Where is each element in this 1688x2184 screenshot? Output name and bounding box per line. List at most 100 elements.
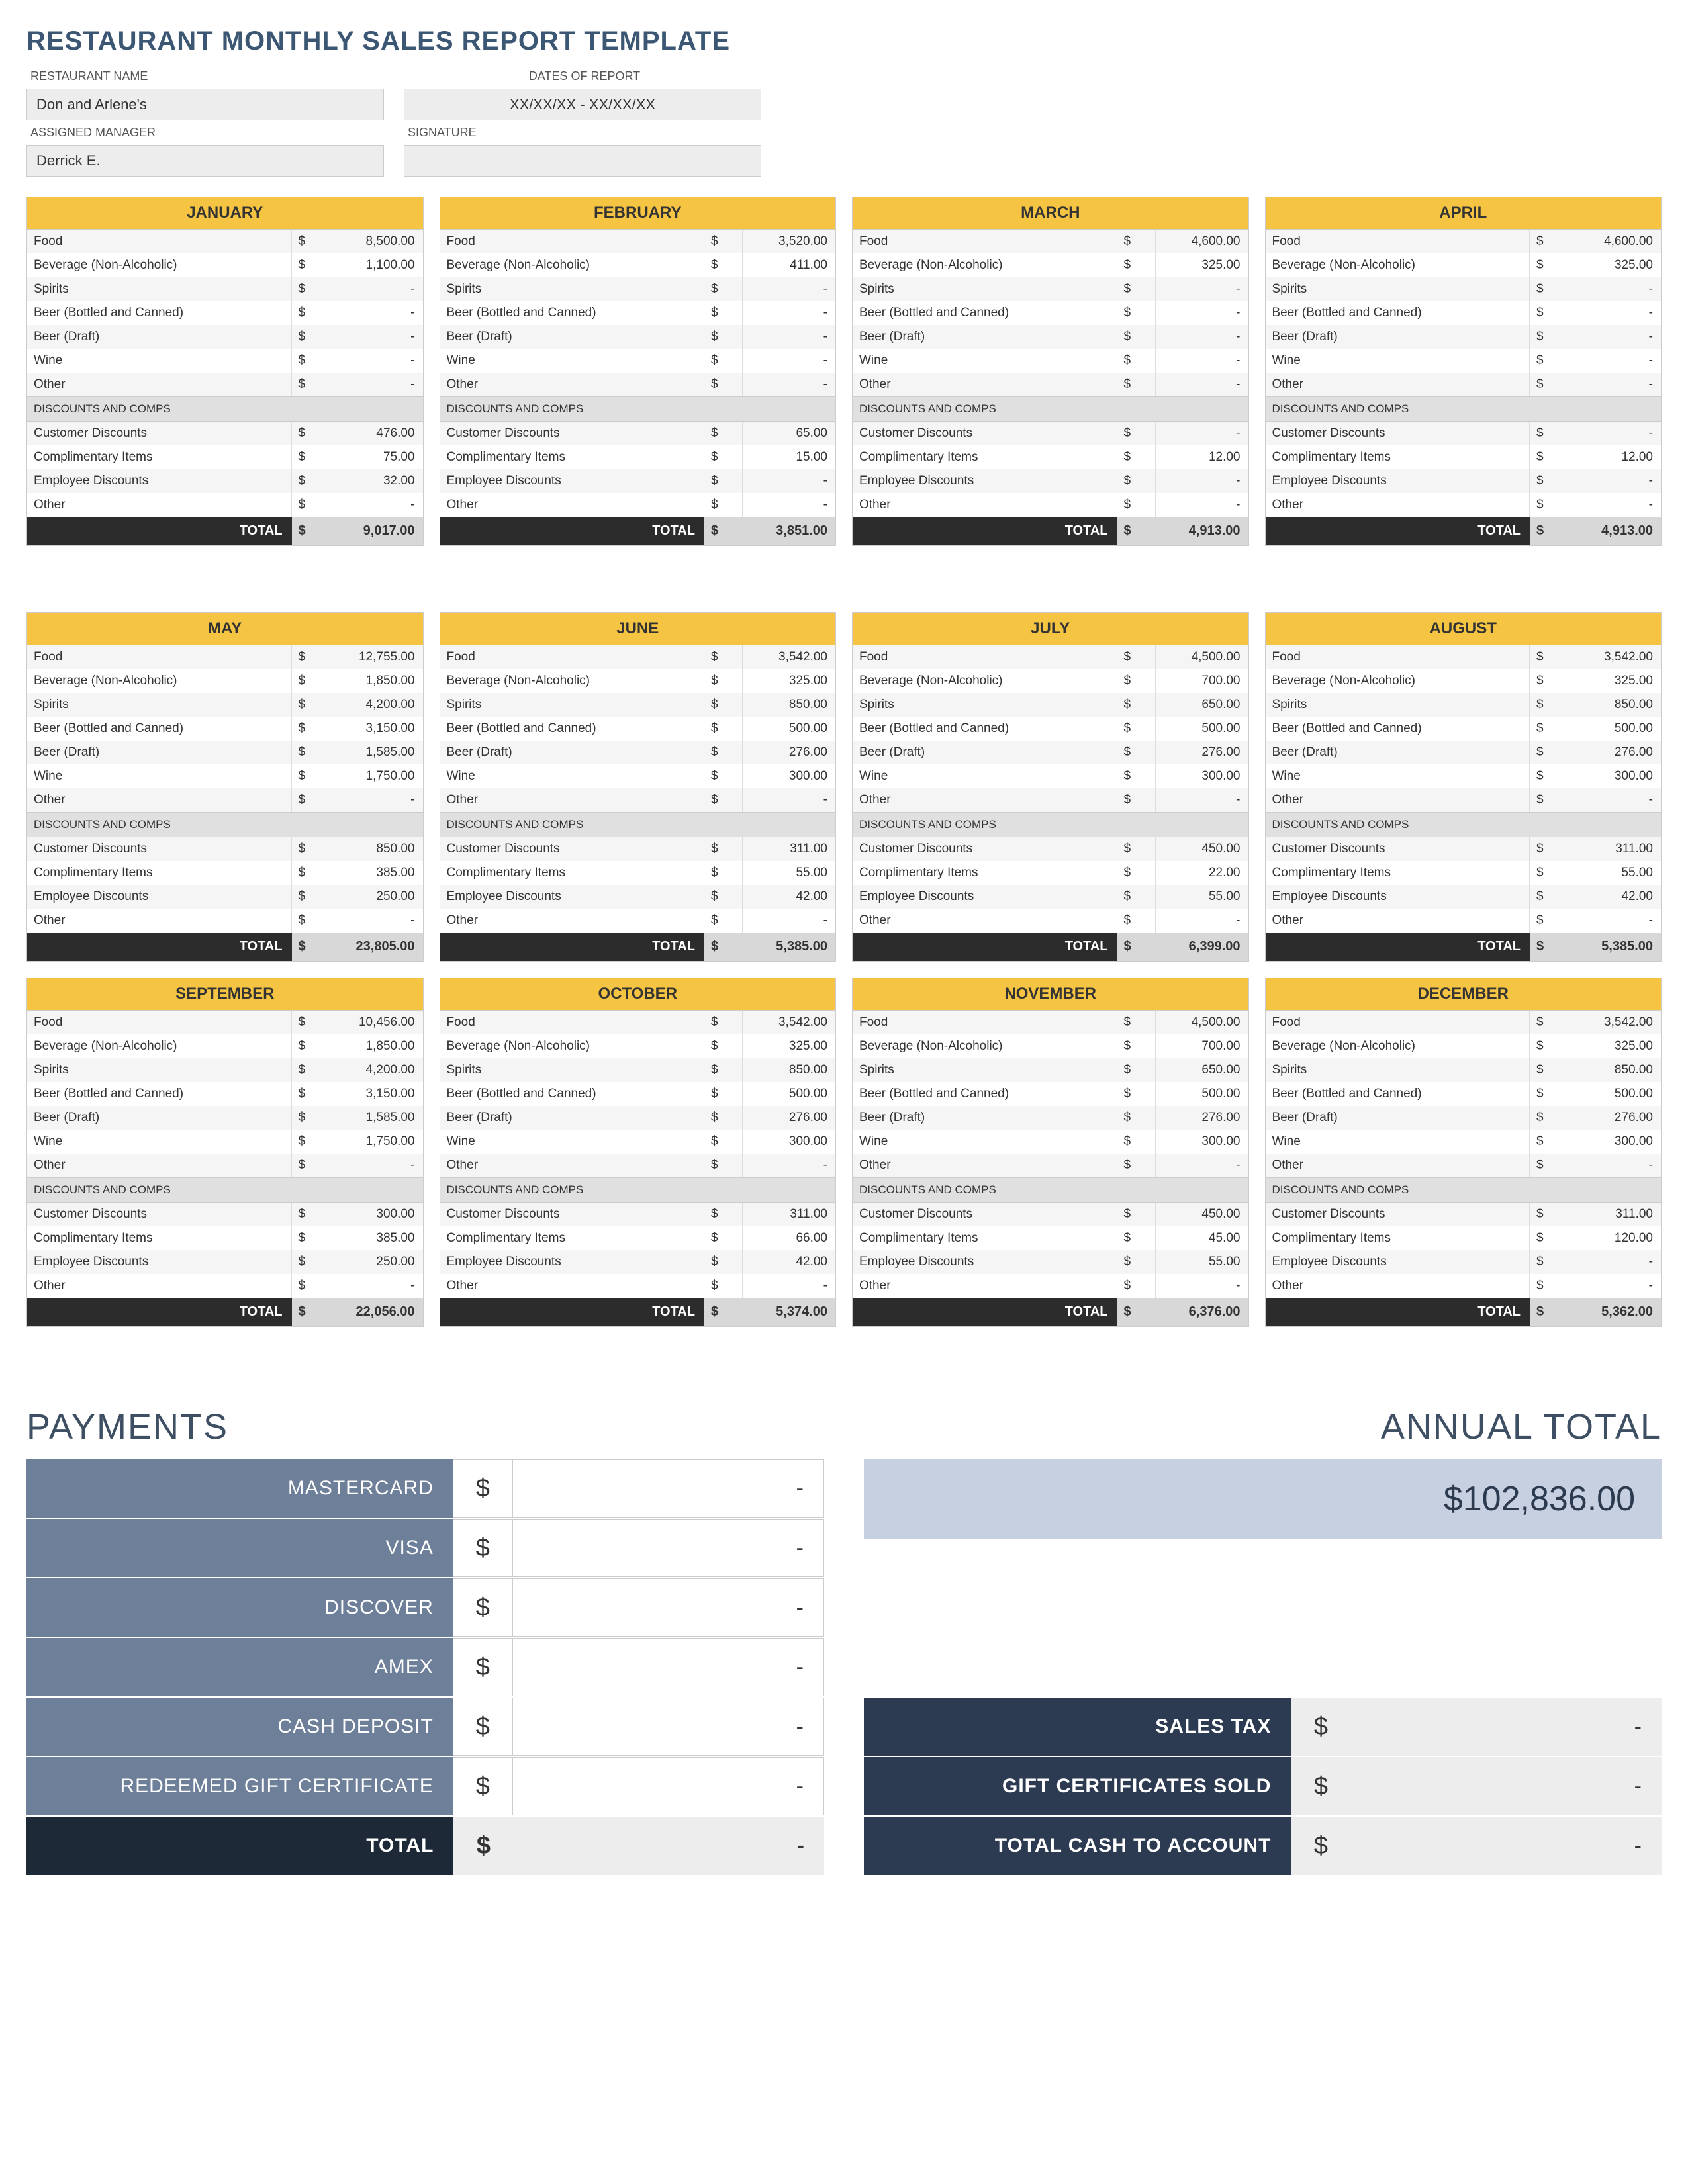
- value-cell[interactable]: 850.00: [330, 837, 423, 861]
- value-cell[interactable]: 300.00: [1568, 764, 1661, 788]
- value-cell[interactable]: 500.00: [1156, 717, 1248, 741]
- value-cell[interactable]: 325.00: [1568, 1034, 1661, 1058]
- value-cell[interactable]: 500.00: [1568, 717, 1661, 741]
- payment-value[interactable]: -: [513, 1757, 824, 1815]
- value-cell[interactable]: 1,100.00: [330, 253, 423, 277]
- value-cell[interactable]: -: [1156, 1154, 1248, 1177]
- value-cell[interactable]: -: [1568, 1274, 1661, 1298]
- value-cell[interactable]: 250.00: [330, 1250, 423, 1274]
- value-cell[interactable]: 55.00: [1156, 1250, 1248, 1274]
- value-cell[interactable]: 850.00: [743, 1058, 835, 1082]
- value-cell[interactable]: -: [1156, 493, 1248, 517]
- value-cell[interactable]: 500.00: [1568, 1082, 1661, 1106]
- value-cell[interactable]: 4,500.00: [1156, 1011, 1248, 1034]
- value-cell[interactable]: 300.00: [1156, 764, 1248, 788]
- value-cell[interactable]: 385.00: [330, 1226, 423, 1250]
- value-cell[interactable]: 276.00: [1156, 1106, 1248, 1130]
- value-cell[interactable]: -: [330, 788, 423, 812]
- value-cell[interactable]: 500.00: [1156, 1082, 1248, 1106]
- value-cell[interactable]: -: [1568, 373, 1661, 396]
- value-cell[interactable]: -: [1568, 1250, 1661, 1274]
- value-cell[interactable]: 1,585.00: [330, 741, 423, 764]
- value-cell[interactable]: 3,542.00: [743, 645, 835, 669]
- value-cell[interactable]: -: [743, 277, 835, 301]
- value-cell[interactable]: 12.00: [1568, 445, 1661, 469]
- value-cell[interactable]: 32.00: [330, 469, 423, 493]
- value-cell[interactable]: 300.00: [1156, 1130, 1248, 1154]
- value-cell[interactable]: 311.00: [743, 837, 835, 861]
- value-cell[interactable]: 1,850.00: [330, 669, 423, 693]
- value-cell[interactable]: -: [1156, 349, 1248, 373]
- value-cell[interactable]: -: [1568, 788, 1661, 812]
- summary-value[interactable]: -: [1350, 1817, 1662, 1875]
- value-cell[interactable]: -: [1156, 277, 1248, 301]
- value-cell[interactable]: 450.00: [1156, 837, 1248, 861]
- value-cell[interactable]: 4,500.00: [1156, 645, 1248, 669]
- value-cell[interactable]: -: [743, 909, 835, 933]
- value-cell[interactable]: 1,750.00: [330, 764, 423, 788]
- value-cell[interactable]: 55.00: [1568, 861, 1661, 885]
- value-cell[interactable]: -: [330, 493, 423, 517]
- value-cell[interactable]: 850.00: [743, 693, 835, 717]
- value-cell[interactable]: 120.00: [1568, 1226, 1661, 1250]
- value-cell[interactable]: -: [1568, 422, 1661, 445]
- value-cell[interactable]: 3,542.00: [1568, 1011, 1661, 1034]
- value-cell[interactable]: -: [743, 788, 835, 812]
- value-cell[interactable]: 1,585.00: [330, 1106, 423, 1130]
- value-cell[interactable]: 42.00: [1568, 885, 1661, 909]
- value-cell[interactable]: 42.00: [743, 885, 835, 909]
- value-cell[interactable]: -: [330, 277, 423, 301]
- value-cell[interactable]: -: [1568, 493, 1661, 517]
- payment-value[interactable]: -: [513, 1698, 824, 1756]
- value-cell[interactable]: 42.00: [743, 1250, 835, 1274]
- value-cell[interactable]: -: [330, 325, 423, 349]
- value-cell[interactable]: 4,600.00: [1156, 230, 1248, 253]
- value-cell[interactable]: 66.00: [743, 1226, 835, 1250]
- value-cell[interactable]: 276.00: [1568, 1106, 1661, 1130]
- value-cell[interactable]: -: [743, 1274, 835, 1298]
- value-cell[interactable]: 12.00: [1156, 445, 1248, 469]
- value-cell[interactable]: 850.00: [1568, 693, 1661, 717]
- value-cell[interactable]: 325.00: [1568, 253, 1661, 277]
- value-cell[interactable]: 55.00: [1156, 885, 1248, 909]
- value-cell[interactable]: 3,542.00: [743, 1011, 835, 1034]
- value-cell[interactable]: 250.00: [330, 885, 423, 909]
- value-cell[interactable]: 3,542.00: [1568, 645, 1661, 669]
- value-cell[interactable]: 650.00: [1156, 1058, 1248, 1082]
- value-cell[interactable]: -: [1156, 909, 1248, 933]
- payment-value[interactable]: -: [513, 1519, 824, 1577]
- value-cell[interactable]: 4,600.00: [1568, 230, 1661, 253]
- value-cell[interactable]: -: [1156, 373, 1248, 396]
- value-cell[interactable]: 8,500.00: [330, 230, 423, 253]
- value-cell[interactable]: 65.00: [743, 422, 835, 445]
- value-cell[interactable]: -: [1156, 1274, 1248, 1298]
- payment-value[interactable]: -: [513, 1638, 824, 1696]
- value-cell[interactable]: -: [1568, 349, 1661, 373]
- value-cell[interactable]: 700.00: [1156, 669, 1248, 693]
- value-cell[interactable]: 385.00: [330, 861, 423, 885]
- restaurant-name-field[interactable]: Don and Arlene's: [26, 89, 384, 120]
- value-cell[interactable]: 1,750.00: [330, 1130, 423, 1154]
- value-cell[interactable]: -: [743, 373, 835, 396]
- value-cell[interactable]: -: [1568, 277, 1661, 301]
- value-cell[interactable]: 22.00: [1156, 861, 1248, 885]
- value-cell[interactable]: -: [1156, 469, 1248, 493]
- summary-value[interactable]: -: [1350, 1698, 1662, 1756]
- value-cell[interactable]: 500.00: [743, 1082, 835, 1106]
- value-cell[interactable]: 15.00: [743, 445, 835, 469]
- value-cell[interactable]: 411.00: [743, 253, 835, 277]
- manager-field[interactable]: Derrick E.: [26, 145, 384, 177]
- value-cell[interactable]: -: [743, 325, 835, 349]
- value-cell[interactable]: 75.00: [330, 445, 423, 469]
- value-cell[interactable]: -: [1156, 422, 1248, 445]
- value-cell[interactable]: 325.00: [743, 1034, 835, 1058]
- value-cell[interactable]: 1,850.00: [330, 1034, 423, 1058]
- value-cell[interactable]: -: [1568, 301, 1661, 325]
- value-cell[interactable]: 300.00: [743, 764, 835, 788]
- value-cell[interactable]: 300.00: [1568, 1130, 1661, 1154]
- payment-value[interactable]: -: [513, 1459, 824, 1518]
- value-cell[interactable]: 276.00: [1568, 741, 1661, 764]
- value-cell[interactable]: 55.00: [743, 861, 835, 885]
- value-cell[interactable]: -: [743, 349, 835, 373]
- value-cell[interactable]: -: [743, 469, 835, 493]
